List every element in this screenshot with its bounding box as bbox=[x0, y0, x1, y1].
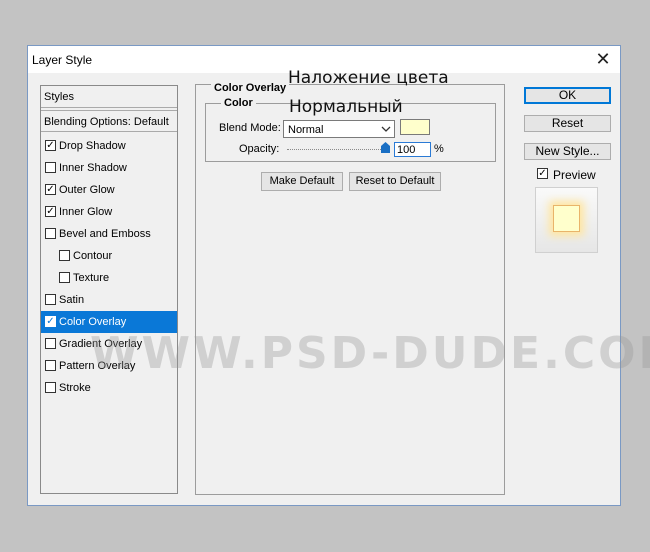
make-default-button[interactable]: Make Default bbox=[261, 172, 343, 191]
style-checkbox[interactable]: ✓ bbox=[45, 184, 56, 195]
style-checkbox[interactable] bbox=[45, 294, 56, 305]
styles-list: Styles Blending Options: Default ✓ Drop S… bbox=[40, 85, 178, 494]
style-item-label: Bevel and Emboss bbox=[59, 228, 151, 240]
style-item[interactable]: ✓ Drop Shadow bbox=[41, 135, 177, 157]
style-checkbox[interactable]: ✓ bbox=[45, 140, 56, 151]
opacity-slider-track[interactable] bbox=[287, 149, 389, 150]
close-icon[interactable]: ✕ bbox=[592, 49, 614, 69]
blend-mode-label: Blend Mode: bbox=[219, 122, 281, 134]
style-item[interactable]: Stroke bbox=[41, 377, 177, 399]
blending-options-label: Blending Options: Default bbox=[44, 116, 169, 128]
style-preview bbox=[535, 187, 598, 253]
overlay-color-swatch[interactable] bbox=[400, 119, 430, 135]
style-checkbox[interactable] bbox=[59, 250, 70, 261]
styles-header[interactable]: Styles bbox=[41, 86, 177, 108]
style-item-label: Color Overlay bbox=[59, 316, 127, 328]
style-item[interactable]: Contour bbox=[41, 245, 177, 267]
style-checkbox[interactable] bbox=[45, 338, 56, 349]
panel-title: Color Overlay bbox=[211, 82, 290, 94]
style-checkbox[interactable] bbox=[45, 162, 56, 173]
style-checkbox[interactable] bbox=[45, 228, 56, 239]
style-item-label: Drop Shadow bbox=[59, 140, 126, 152]
opacity-value: 100 bbox=[397, 144, 416, 156]
style-item-label: Satin bbox=[59, 294, 85, 306]
watermark: WWW.PSD-DUDE.COM bbox=[90, 328, 650, 379]
style-item-label: Stroke bbox=[59, 382, 91, 394]
style-item[interactable]: Inner Shadow bbox=[41, 157, 177, 179]
style-checkbox[interactable] bbox=[59, 272, 70, 283]
style-item-label: Inner Shadow bbox=[59, 162, 127, 174]
ok-button[interactable]: OK bbox=[524, 87, 611, 104]
style-checkbox[interactable]: ✓ bbox=[45, 206, 56, 217]
style-item[interactable]: Satin bbox=[41, 289, 177, 311]
preview-thumbnail bbox=[553, 205, 580, 232]
style-item-label: Inner Glow bbox=[59, 206, 113, 218]
group-title: Color bbox=[221, 97, 256, 109]
style-item-label: Texture bbox=[73, 272, 110, 284]
style-item-label: Contour bbox=[73, 250, 113, 262]
style-item[interactable]: ✓ Inner Glow bbox=[41, 201, 177, 223]
russian-mode-annotation: Нормальный bbox=[289, 97, 403, 117]
russian-title-annotation: Наложение цвета bbox=[288, 68, 449, 88]
layer-style-dialog: Layer Style ✕ Styles Blending Options: D… bbox=[27, 45, 650, 506]
opacity-input[interactable]: 100 bbox=[394, 142, 431, 157]
reset-button[interactable]: Reset bbox=[524, 115, 611, 132]
style-item[interactable]: ✓ Outer Glow bbox=[41, 179, 177, 201]
style-checkbox[interactable] bbox=[45, 360, 56, 371]
preview-label: Preview bbox=[553, 168, 596, 182]
preview-checkbox[interactable]: ✓ bbox=[537, 168, 548, 179]
window-title: Layer Style bbox=[32, 53, 93, 67]
style-item[interactable]: Texture bbox=[41, 267, 177, 289]
opacity-slider-thumb[interactable] bbox=[381, 142, 390, 153]
style-checkbox[interactable]: ✓ bbox=[45, 316, 56, 327]
new-style-button[interactable]: New Style... bbox=[524, 143, 611, 160]
opacity-label: Opacity: bbox=[239, 143, 280, 155]
chevron-down-icon bbox=[381, 122, 391, 139]
blending-options-item[interactable]: Blending Options: Default bbox=[41, 110, 177, 132]
blend-mode-select[interactable]: Normal bbox=[283, 120, 395, 138]
styles-header-label: Styles bbox=[44, 91, 74, 103]
style-item-label: Outer Glow bbox=[59, 184, 115, 196]
reset-to-default-button[interactable]: Reset to Default bbox=[349, 172, 441, 191]
style-item[interactable]: Bevel and Emboss bbox=[41, 223, 177, 245]
opacity-unit: % bbox=[434, 143, 444, 155]
blend-mode-value: Normal bbox=[288, 124, 324, 136]
style-checkbox[interactable] bbox=[45, 382, 56, 393]
